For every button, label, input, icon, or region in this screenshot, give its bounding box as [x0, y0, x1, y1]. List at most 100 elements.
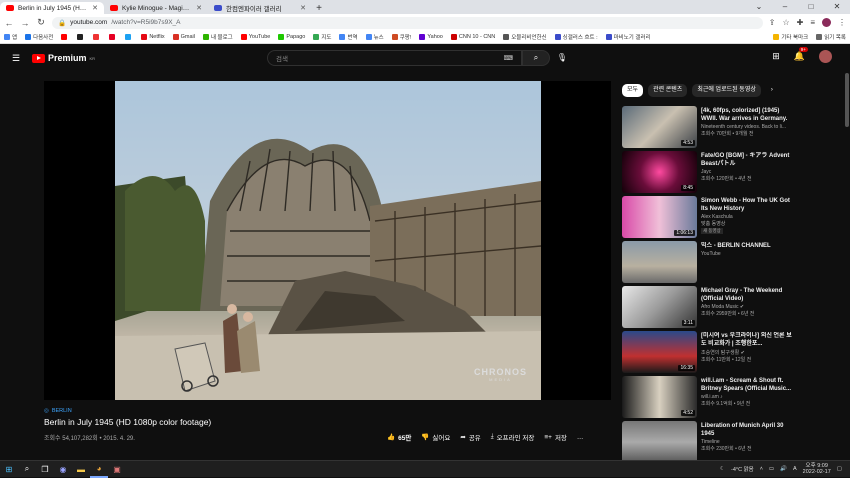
hamburger-menu-icon[interactable]: ☰: [12, 53, 22, 64]
more-actions-button[interactable]: …: [577, 434, 584, 441]
video-thumbnail[interactable]: 4:53: [622, 106, 697, 148]
related-video-title[interactable]: Liberation of Munich April 30 1945: [701, 422, 796, 438]
account-avatar[interactable]: [819, 50, 832, 63]
notification-center-icon[interactable]: ▢: [837, 466, 842, 472]
new-tab-button[interactable]: +: [312, 2, 326, 14]
notifications-bell-icon[interactable]: 🔔 9+: [794, 47, 808, 62]
task-view-icon[interactable]: ❐: [36, 461, 54, 478]
related-video-item[interactable]: 1:06:13 Simon Webb - How The UK Got Its N…: [622, 196, 797, 241]
related-video-title[interactable]: Simon Webb - How The UK Got Its New Hist…: [701, 197, 796, 213]
browser-tab-1[interactable]: Kylie Minogue - Magic (Extende ✕: [104, 2, 208, 14]
video-thumbnail[interactable]: 16:35: [622, 331, 697, 373]
bookmark-item[interactable]: Netflix: [141, 33, 165, 41]
bookmark-item[interactable]: Papago: [278, 33, 305, 41]
menu-icon[interactable]: ⋮: [838, 18, 846, 27]
dislike-button[interactable]: 👎 싫어요: [421, 432, 450, 442]
bookmark-item[interactable]: 뉴스: [365, 33, 384, 41]
related-video-title[interactable]: [4k, 60fps, colorized] (1945) WWII. War …: [701, 107, 796, 123]
bookmark-item[interactable]: 지도: [313, 33, 331, 41]
tab-close-icon[interactable]: ✕: [300, 4, 306, 12]
like-button[interactable]: 👍 65만: [387, 432, 411, 442]
chrome-taskbar-icon[interactable]: ◕: [90, 461, 108, 478]
tab-search-icon[interactable]: ⌄: [746, 0, 772, 14]
video-thumbnail[interactable]: [622, 421, 697, 463]
video-player[interactable]: CHRONOS MEDIA: [44, 81, 611, 400]
bookmark-item[interactable]: 번역: [339, 33, 358, 41]
reading-list-icon[interactable]: ≡: [810, 18, 815, 27]
bookmark-item[interactable]: [61, 33, 69, 41]
back-icon[interactable]: ←: [4, 18, 14, 28]
related-video-channel[interactable]: 조승연의 탐구생활 ✔: [701, 349, 796, 356]
video-thumbnail[interactable]: 1:06:13: [622, 196, 697, 238]
youtube-premium-logo[interactable]: Premium KR: [32, 53, 95, 63]
bookmark-item[interactable]: 마비노기 갤러리: [605, 33, 651, 41]
bookmark-item[interactable]: [109, 33, 117, 41]
related-video-title[interactable]: Fate/GO [BGM] - キアラ Advent Beastパトル: [701, 152, 796, 168]
download-button[interactable]: ⤓ 오프라인 저장: [491, 432, 535, 442]
related-video-title[interactable]: 믹스 - BERLIN CHANNEL: [701, 242, 796, 250]
forward-icon[interactable]: →: [20, 18, 30, 28]
input-language[interactable]: A: [793, 466, 797, 472]
video-frame[interactable]: CHRONOS MEDIA: [115, 81, 541, 400]
browser-tab-2[interactable]: 한컴엔파이러 갤러리 ✕: [208, 2, 312, 14]
share-icon[interactable]: ⇪: [769, 18, 776, 27]
bookmark-item[interactable]: [77, 33, 85, 41]
weather-text[interactable]: -4°C 맑음: [731, 465, 754, 473]
related-video-item[interactable]: 16:35 [미시여 vs 우크라이나] 외신 언론 보도 비교화가 | 조행한포…: [622, 331, 797, 376]
related-video-item[interactable]: 믹스 - BERLIN CHANNEL YouTube: [622, 241, 797, 286]
bookmark-item[interactable]: 싱갤러스 흐트 :: [554, 33, 598, 41]
bookmark-item[interactable]: [125, 33, 133, 41]
search-input[interactable]: 검색 ⌨: [267, 50, 522, 66]
bookmark-item[interactable]: 쿠팡!: [391, 33, 411, 41]
chip-recent[interactable]: 최근에 업로드된 동영상: [692, 84, 761, 97]
search-button[interactable]: ⌕: [522, 50, 550, 66]
related-video-title[interactable]: will.i.am - Scream & Shout ft. Britney S…: [701, 377, 796, 393]
video-thumbnail[interactable]: 3:11: [622, 286, 697, 328]
related-video-item[interactable]: 4:53 [4k, 60fps, colorized] (1945) WWII. …: [622, 106, 797, 151]
voice-search-icon[interactable]: 🎙: [555, 50, 569, 66]
related-video-item[interactable]: 3:11 Michael Gray - The Weekend (Official…: [622, 286, 797, 331]
related-video-item[interactable]: 4:52 will.i.am - Scream & Shout ft. Britn…: [622, 376, 797, 421]
bookmark-item[interactable]: 다음사전: [25, 33, 53, 41]
bookmark-item[interactable]: 내 블로그: [202, 33, 233, 41]
browser-tab-0[interactable]: Berlin in July 1945 (HD 108 ✕: [0, 2, 104, 14]
url-field[interactable]: 🔒 youtube.com/watch?v=R5i9b7s9X_A: [52, 16, 763, 29]
teams-chat-icon[interactable]: ◉: [54, 461, 72, 478]
bookmark-item[interactable]: YouTube: [240, 33, 270, 41]
reload-icon[interactable]: ↻: [36, 17, 46, 28]
save-button[interactable]: ≡+ 저장: [544, 432, 567, 443]
bookmark-star-icon[interactable]: ☆: [782, 18, 789, 27]
bookmark-item[interactable]: CNN 10 - CNN: [450, 33, 495, 41]
bookmark-item[interactable]: 오블리비언한신: [503, 33, 547, 41]
taskbar-search-icon[interactable]: ⌕: [18, 461, 36, 478]
bookmark-item[interactable]: 앱: [4, 33, 17, 41]
keyboard-icon[interactable]: ⌨: [504, 54, 513, 62]
other-bookmarks[interactable]: 기타 북마크: [773, 33, 808, 41]
windows-start-icon[interactable]: ⊞: [0, 461, 18, 478]
bookmark-item[interactable]: Gmail: [172, 33, 195, 41]
file-explorer-icon[interactable]: ▬: [72, 461, 90, 478]
extensions-icon[interactable]: ✚: [797, 18, 804, 27]
chip-related[interactable]: 관련 콘텐츠: [648, 84, 688, 97]
page-scrollbar[interactable]: [845, 73, 849, 127]
related-video-channel[interactable]: YouTube: [701, 251, 796, 257]
volume-icon[interactable]: 🔊: [780, 466, 787, 472]
video-thumbnail[interactable]: 4:52: [622, 376, 697, 418]
related-video-title[interactable]: [미시여 vs 우크라이나] 외신 언론 보도 비교화가 | 조행한포...: [701, 332, 796, 348]
hashtag-link[interactable]: ◎ BERLIN: [44, 408, 72, 414]
profile-icon[interactable]: [822, 18, 831, 27]
chip-all[interactable]: 모두: [622, 84, 644, 97]
related-video-item[interactable]: 8:45 Fate/GO [BGM] - キアラ Advent Beastパトル J…: [622, 151, 797, 196]
maximize-button[interactable]: □: [798, 0, 824, 14]
bookmark-item[interactable]: [93, 33, 101, 41]
close-window-button[interactable]: ✕: [824, 0, 850, 14]
video-thumbnail[interactable]: 8:45: [622, 151, 697, 193]
tab-close-icon[interactable]: ✕: [92, 4, 98, 12]
bookmark-item[interactable]: Yahoo: [419, 33, 443, 41]
minimize-button[interactable]: –: [772, 0, 798, 14]
tray-chevron-icon[interactable]: ˄: [760, 466, 763, 472]
network-icon[interactable]: ▭: [769, 466, 774, 472]
app-taskbar-icon[interactable]: ▣: [108, 461, 126, 478]
reading-list[interactable]: 읽기 목록: [816, 33, 846, 41]
clock[interactable]: 오후 9:09 2022-02-17: [803, 463, 831, 475]
